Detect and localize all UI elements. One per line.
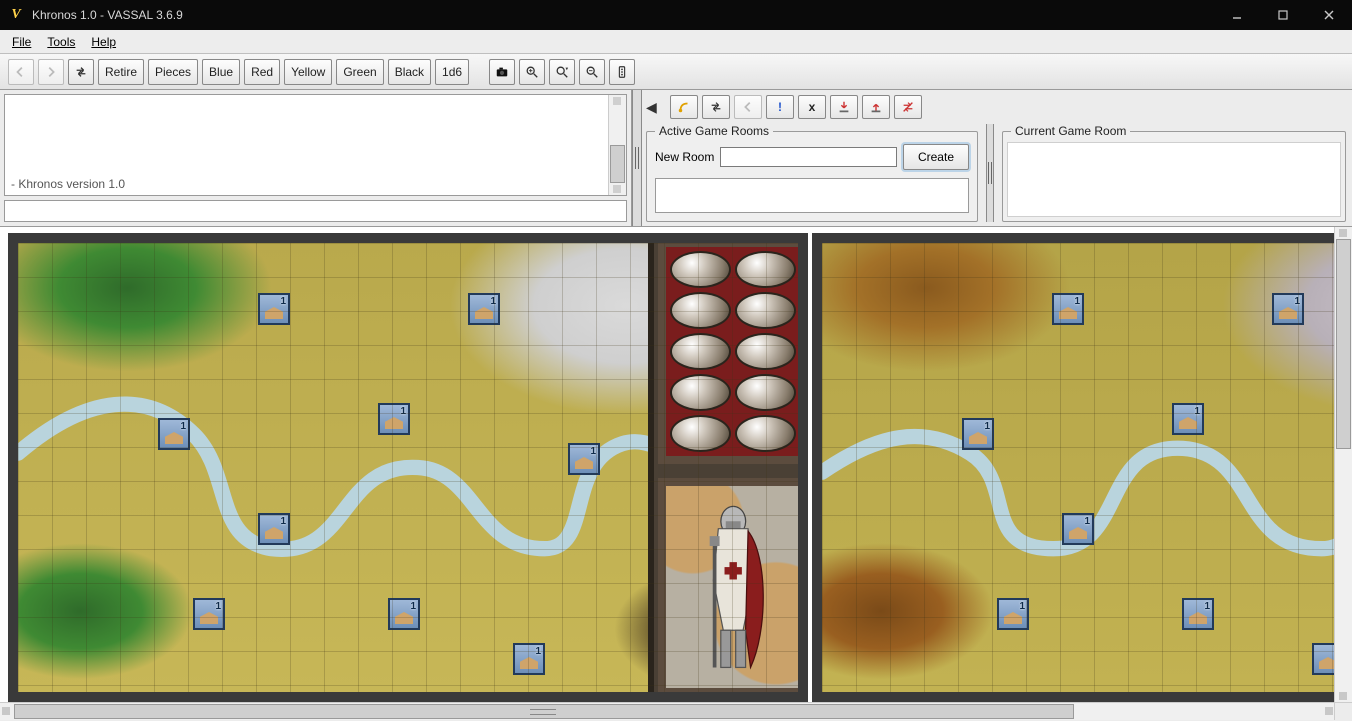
token-building[interactable]: 1 xyxy=(258,293,290,325)
token-building[interactable]: 1 xyxy=(1182,598,1214,630)
game-board-era-2[interactable]: 1 1 1 1 1 1 1 1 xyxy=(812,233,1334,702)
map-area: 1 1 1 1 1 1 1 1 1 xyxy=(0,226,1352,720)
zoom-in-icon[interactable] xyxy=(519,59,545,85)
blue-button[interactable]: Blue xyxy=(202,59,240,85)
log-line: - Khronos version 1.0 xyxy=(11,177,602,191)
pieces-button[interactable]: Pieces xyxy=(148,59,198,85)
zoom-out-icon[interactable] xyxy=(579,59,605,85)
token-building[interactable]: 1 xyxy=(158,418,190,450)
rooms-area: ◀ ! x Active Game Rooms xyxy=(642,90,1352,226)
token-building[interactable]: 1 xyxy=(1052,293,1084,325)
menu-file[interactable]: File xyxy=(4,33,39,51)
pane-divider[interactable] xyxy=(632,90,642,226)
token-building[interactable]: 1 xyxy=(468,293,500,325)
knight-illustration xyxy=(658,478,808,696)
rooms-divider[interactable] xyxy=(986,124,994,222)
new-room-input[interactable] xyxy=(720,147,897,167)
map-horizontal-scrollbar[interactable] xyxy=(0,702,1352,720)
step-forward-button[interactable] xyxy=(38,59,64,85)
retire-button[interactable]: Retire xyxy=(98,59,144,85)
cancel-sync-icon[interactable] xyxy=(894,95,922,119)
chat-input[interactable] xyxy=(4,200,627,222)
map-vertical-scrollbar[interactable] xyxy=(1334,227,1352,702)
token-building[interactable]: 1 xyxy=(513,643,545,675)
token-building[interactable]: 1 xyxy=(1062,513,1094,545)
token-building[interactable]: 1 xyxy=(378,403,410,435)
current-room-list[interactable] xyxy=(1007,142,1341,217)
token-building[interactable]: 1 xyxy=(1312,643,1334,675)
map-vscroll-thumb[interactable] xyxy=(1336,239,1351,449)
orb xyxy=(735,251,796,288)
orb xyxy=(670,292,731,329)
active-rooms-box: Active Game Rooms New Room Create xyxy=(646,124,978,222)
orb xyxy=(735,333,796,370)
orb xyxy=(735,415,796,452)
close-button[interactable] xyxy=(1306,0,1352,30)
middle-row: - Khronos version 1.0 ◀ ! x xyxy=(0,90,1352,226)
menu-tools[interactable]: Tools xyxy=(39,33,83,51)
log-output: - Khronos version 1.0 xyxy=(4,94,627,196)
window-title: Khronos 1.0 - VASSAL 3.6.9 xyxy=(32,8,1214,22)
sync-icon[interactable] xyxy=(702,95,730,119)
info-icon[interactable]: ! xyxy=(766,95,794,119)
upload-icon[interactable] xyxy=(862,95,890,119)
game-board-era-1[interactable]: 1 1 1 1 1 1 1 1 1 xyxy=(8,233,808,702)
orb xyxy=(670,415,731,452)
chevron-left-icon[interactable]: ◀ xyxy=(646,99,666,116)
current-room-legend: Current Game Room xyxy=(1011,124,1130,138)
token-building[interactable]: 1 xyxy=(1172,403,1204,435)
zoom-select-icon[interactable] xyxy=(549,59,575,85)
main-toolbar: Retire Pieces Blue Red Yellow Green Blac… xyxy=(0,54,1352,90)
undo-button[interactable] xyxy=(8,59,34,85)
minimize-button[interactable] xyxy=(1214,0,1260,30)
orb-panel xyxy=(658,239,808,464)
scroll-corner xyxy=(1334,703,1352,720)
orb xyxy=(670,374,731,411)
die-1d6-button[interactable]: 1d6 xyxy=(435,59,469,85)
token-building[interactable]: 1 xyxy=(388,598,420,630)
server-toggle-button[interactable] xyxy=(68,59,94,85)
download-icon[interactable] xyxy=(830,95,858,119)
orb xyxy=(670,333,731,370)
maximize-button[interactable] xyxy=(1260,0,1306,30)
new-room-label: New Room xyxy=(655,150,714,164)
token-building[interactable]: 1 xyxy=(258,513,290,545)
create-room-button[interactable]: Create xyxy=(903,144,969,170)
camera-icon[interactable] xyxy=(489,59,515,85)
log-scroll-thumb[interactable] xyxy=(610,145,625,183)
score-track-panel xyxy=(648,233,808,702)
app-icon: V xyxy=(8,7,24,23)
menu-help[interactable]: Help xyxy=(83,33,124,51)
green-button[interactable]: Green xyxy=(336,59,383,85)
orb xyxy=(735,374,796,411)
log-pane: - Khronos version 1.0 xyxy=(0,90,632,226)
black-button[interactable]: Black xyxy=(388,59,431,85)
room-prev-icon[interactable] xyxy=(734,95,762,119)
map-canvas[interactable]: 1 1 1 1 1 1 1 1 1 xyxy=(0,227,1334,702)
delete-icon[interactable]: x xyxy=(798,95,826,119)
orb xyxy=(670,251,731,288)
orb xyxy=(735,292,796,329)
room-toolbar: ◀ ! x xyxy=(646,94,1346,120)
token-building[interactable]: 1 xyxy=(1272,293,1304,325)
token-building[interactable]: 1 xyxy=(193,598,225,630)
window-titlebar: V Khronos 1.0 - VASSAL 3.6.9 xyxy=(0,0,1352,30)
connect-icon[interactable] xyxy=(670,95,698,119)
current-room-box: Current Game Room xyxy=(1002,124,1346,222)
log-content: - Khronos version 1.0 xyxy=(5,95,608,195)
overview-icon[interactable] xyxy=(609,59,635,85)
menu-bar: File Tools Help xyxy=(0,30,1352,54)
active-rooms-legend: Active Game Rooms xyxy=(655,124,773,138)
log-scrollbar[interactable] xyxy=(608,95,626,195)
token-building[interactable]: 1 xyxy=(568,443,600,475)
red-button[interactable]: Red xyxy=(244,59,280,85)
rooms-body: Active Game Rooms New Room Create Curren… xyxy=(646,124,1346,222)
token-building[interactable]: 1 xyxy=(962,418,994,450)
token-building[interactable]: 1 xyxy=(997,598,1029,630)
yellow-button[interactable]: Yellow xyxy=(284,59,332,85)
scroll-gripper xyxy=(530,709,556,715)
active-room-list[interactable] xyxy=(655,178,969,213)
